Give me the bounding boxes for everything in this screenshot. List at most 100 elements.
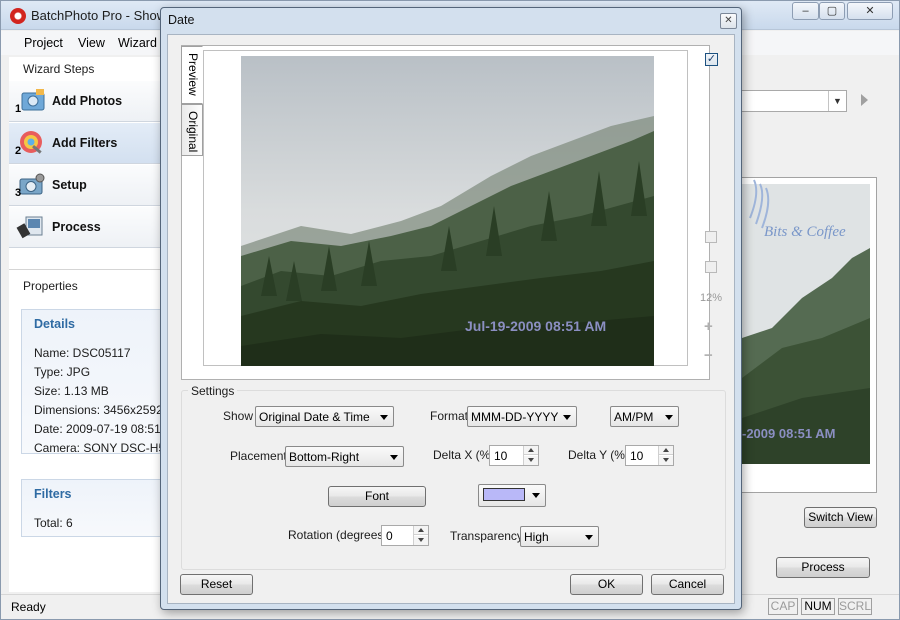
date-dialog: Date ✕ Preview Original Jul-19-2009 08:5… [160, 7, 742, 610]
stepper-down-icon[interactable] [414, 536, 428, 545]
right-date-stamp: -2009 08:51 AM [742, 426, 836, 441]
deltax-label: Delta X (%) [433, 448, 495, 462]
chevron-down-icon [532, 493, 540, 498]
transparency-select-value: High [524, 530, 549, 544]
settings-legend: Settings [188, 384, 238, 398]
show-select[interactable]: Original Date & Time [255, 406, 394, 427]
rotation-stepper[interactable]: 0 [381, 525, 429, 546]
detail-size: Size: 1.13 MB [34, 384, 109, 398]
step-label: Setup [52, 178, 87, 192]
deltax-stepper[interactable]: 10 [489, 445, 539, 466]
chevron-down-icon [585, 535, 593, 540]
placement-select-value: Bottom-Right [289, 450, 360, 464]
format-select-value: MMM-DD-YYYY [471, 410, 559, 424]
zoom-out-icon[interactable]: − [704, 347, 713, 364]
chevron-down-icon [380, 415, 388, 420]
detail-name: Name: DSC05117 [34, 346, 131, 360]
stepper-up-icon[interactable] [524, 446, 538, 455]
step-label: Process [52, 220, 101, 234]
dialog-close-button[interactable]: ✕ [720, 13, 737, 29]
process-button[interactable]: Process [776, 557, 870, 578]
menu-project[interactable]: Project [24, 36, 63, 50]
placement-label: Placement [230, 449, 287, 463]
tab-preview-label: Preview [186, 53, 200, 96]
app-logo-icon [10, 8, 26, 24]
stepper-buttons [523, 446, 538, 465]
switch-view-button[interactable]: Switch View [804, 507, 877, 528]
menu-wizard[interactable]: Wizard [118, 36, 157, 50]
status-text: Ready [11, 600, 46, 614]
placement-select[interactable]: Bottom-Right [285, 446, 404, 467]
play-icon[interactable] [861, 94, 868, 106]
watermark-text: Bits & Coffee [764, 224, 846, 240]
step-process[interactable]: Process [9, 207, 161, 248]
right-pane: ▼ Bits & Coffee -2009 08:51 AM Switch Vi… [741, 57, 891, 592]
num-indicator: NUM [801, 598, 835, 615]
preview-photo: Jul-19-2009 08:51 AM [241, 56, 654, 366]
reset-button[interactable]: Reset [180, 574, 253, 595]
rotation-value: 0 [386, 529, 393, 543]
right-preview: Bits & Coffee -2009 08:51 AM [741, 177, 877, 493]
wizard-steps-heading: Wizard Steps [23, 62, 95, 76]
step-label: Add Photos [52, 94, 123, 108]
stepper-up-icon[interactable] [414, 526, 428, 535]
format-select[interactable]: MMM-DD-YYYY [467, 406, 577, 427]
maximize-button[interactable]: ▢ [819, 2, 845, 20]
step-add-filters[interactable]: 2 Add Filters [9, 123, 161, 164]
zoom-in-icon[interactable]: + [704, 318, 713, 335]
zoom-level: 12% [700, 292, 723, 304]
cap-indicator: CAP [768, 598, 798, 615]
step-number: 3 [15, 187, 22, 199]
preview-frame: Jul-19-2009 08:51 AM [203, 50, 688, 366]
divider [9, 269, 161, 270]
chevron-down-icon [665, 415, 673, 420]
step-add-photos[interactable]: 1 Add Photos [9, 81, 161, 122]
step-number: 1 [15, 103, 22, 115]
stepper-down-icon[interactable] [524, 456, 538, 465]
show-label: Show [223, 409, 254, 423]
cancel-button[interactable]: Cancel [651, 574, 724, 595]
deltay-label: Delta Y (%) [568, 448, 629, 462]
fit-window-icon[interactable] [705, 231, 717, 243]
chevron-down-icon [563, 415, 571, 420]
details-title: Details [34, 317, 75, 331]
show-select-value: Original Date & Time [259, 410, 370, 424]
font-button[interactable]: Font [328, 486, 426, 507]
tab-preview[interactable]: Preview [181, 46, 203, 104]
right-combo[interactable]: ▼ [741, 90, 847, 112]
detail-type: Type: JPG [34, 365, 91, 379]
tab-original[interactable]: Original [181, 104, 203, 156]
stepper-up-icon[interactable] [659, 446, 673, 455]
filters-title: Filters [34, 487, 72, 501]
detail-date: Date: 2009-07-19 08:51 [34, 422, 161, 436]
deltay-stepper[interactable]: 10 [625, 445, 674, 466]
format-label: Format [430, 409, 469, 423]
dialog-title: Date [168, 13, 195, 27]
ok-button[interactable]: OK [570, 574, 643, 595]
dialog-body: Preview Original Jul-19-2009 08:51 AM ✓ … [167, 34, 735, 604]
step-setup[interactable]: 3 Setup [9, 165, 161, 206]
stepper-buttons [413, 526, 428, 545]
stepper-down-icon[interactable] [659, 456, 673, 465]
properties-heading: Properties [23, 279, 78, 293]
detail-dimensions: Dimensions: 3456x2592 [34, 403, 163, 417]
ampm-select[interactable]: AM/PM [610, 406, 679, 427]
actual-size-icon[interactable] [705, 261, 717, 273]
rotation-label: Rotation (degrees) [288, 528, 388, 542]
color-swatch [483, 488, 525, 501]
chevron-down-icon [390, 455, 398, 460]
preview-checkbox[interactable]: ✓ [705, 53, 718, 66]
menu-view[interactable]: View [78, 36, 105, 50]
scrl-indicator: SCRL [838, 598, 872, 615]
transparency-select[interactable]: High [520, 526, 599, 547]
right-preview-image: Bits & Coffee [742, 178, 876, 492]
minimize-button[interactable]: – [792, 2, 819, 20]
process-icon [16, 216, 43, 239]
preview-panel: Preview Original Jul-19-2009 08:51 AM [181, 45, 710, 380]
tab-original-label: Original [186, 111, 200, 153]
step-label: Add Filters [52, 136, 118, 150]
color-picker[interactable] [478, 484, 546, 507]
deltay-value: 10 [630, 449, 644, 463]
close-window-button[interactable]: ✕ [847, 2, 893, 20]
app-title: BatchPhoto Pro - Showc [31, 8, 173, 23]
